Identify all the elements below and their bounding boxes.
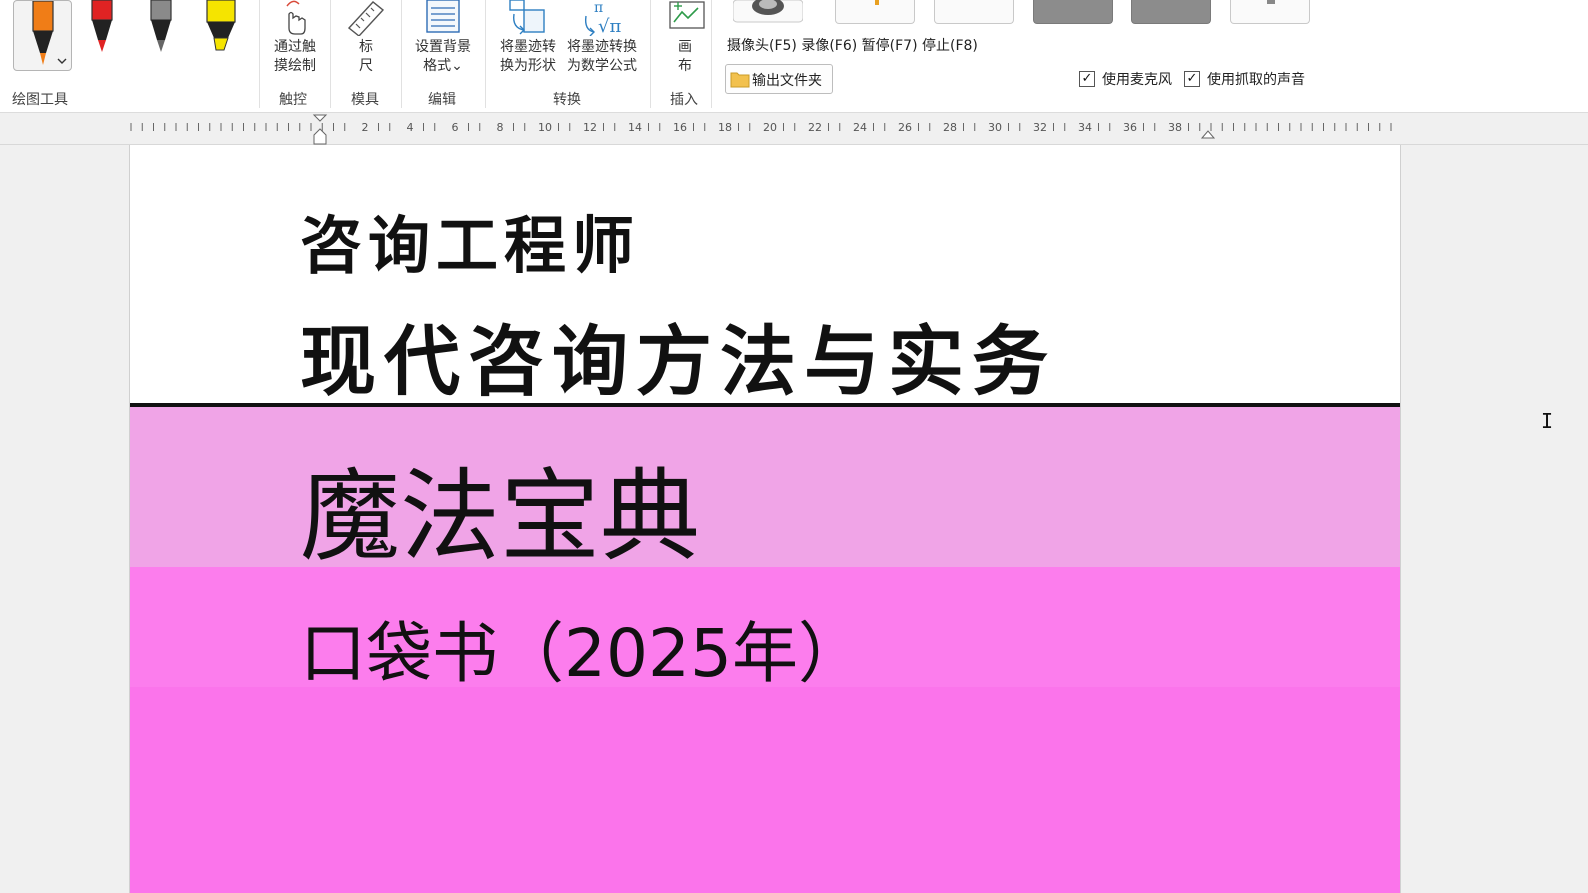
use-microphone-label: 使用麦克风 (1102, 72, 1172, 88)
background-format-icon (426, 0, 460, 33)
ruler-label: 30 (988, 121, 1002, 134)
record-indicator-icon (875, 0, 879, 5)
svg-text:π: π (594, 0, 603, 16)
ruler-label: 12 (583, 121, 597, 134)
recorder-disabled-button[interactable] (1131, 0, 1211, 24)
band-subtitle: 口袋书（2025年） (300, 615, 864, 692)
touch-draw-icon (286, 0, 306, 35)
group-separator (401, 0, 402, 108)
group-separator (711, 0, 712, 108)
document-title-line2: 现代咨询方法与实务 (300, 317, 1056, 406)
group-label-convert: 转换 (553, 92, 581, 108)
ink-to-math-button[interactable]: 将墨迹转换 为数学公式 (562, 38, 642, 76)
chevron-down-icon[interactable] (57, 57, 67, 65)
document-page[interactable]: 咨询工程师 现代咨询方法与实务 魔法宝典 口袋书（2025年） (129, 145, 1401, 893)
ruler-scale: 2 4 6 8 10 12 14 16 18 20 22 24 26 28 30 32 34 36 38 (130, 114, 1392, 145)
stop-button[interactable] (1033, 0, 1113, 24)
ruler-label: 24 (853, 121, 867, 134)
ruler-label: 22 (808, 121, 822, 134)
horizontal-ruler[interactable]: 2 4 6 8 10 12 14 16 18 20 22 24 26 28 30 32 34 36 38 (0, 113, 1588, 145)
group-label-drawing-tools: 绘图工具 (12, 92, 68, 108)
group-label-stencil: 模具 (351, 92, 379, 108)
ink-to-math-label-line1: 将墨迹转换 (567, 39, 637, 55)
canvas-label-line2: 布 (678, 58, 692, 74)
settings-icon (1267, 0, 1275, 4)
output-folder-label: 输出文件夹 (752, 73, 822, 89)
document-title-line1: 咨询工程师 (300, 209, 641, 282)
recorder-settings-button[interactable] (1230, 0, 1310, 24)
canvas-button[interactable]: 画 布 (671, 38, 699, 76)
ruler-label: 26 (898, 121, 912, 134)
ink-to-shape-label-line1: 将墨迹转 (500, 39, 556, 55)
ribbon-toolbar: 绘图工具 通过触 摸绘制 触控 标 尺 模具 设置背景 格式⌄ 编辑 将墨迹转 … (0, 0, 1588, 113)
record-button[interactable] (835, 0, 915, 24)
ruler-label: 6 (452, 121, 459, 134)
ruler-label: 4 (407, 121, 414, 134)
ink-to-shape-label-line2: 换为形状 (500, 58, 556, 74)
touch-draw-label-line2: 摸绘制 (274, 58, 316, 74)
camera-icon (733, 0, 803, 23)
pause-button[interactable] (934, 0, 1014, 24)
use-capture-sound-label: 使用抓取的声音 (1207, 72, 1305, 88)
ruler-label: 2 (362, 121, 369, 134)
ruler-label: 28 (943, 121, 957, 134)
group-separator (330, 0, 331, 108)
ruler-icon (347, 1, 385, 36)
band-title: 魔法宝典 (300, 458, 700, 575)
touch-draw-label-line1: 通过触 (274, 39, 316, 55)
pen-selector-active[interactable] (13, 0, 72, 71)
red-pen-icon[interactable] (89, 0, 115, 54)
camera-button[interactable] (725, 0, 805, 24)
ink-to-math-icon: π √π (584, 0, 621, 36)
use-microphone-checkbox[interactable]: ✓ (1079, 71, 1095, 87)
text-cursor-icon: I (1541, 409, 1554, 433)
set-background-format-button[interactable]: 设置背景 格式⌄ (412, 38, 474, 76)
use-capture-sound-checkbox[interactable]: ✓ (1184, 71, 1200, 87)
group-separator (485, 0, 486, 108)
svg-text:√π: √π (598, 16, 621, 36)
yellow-highlighter-icon[interactable] (204, 0, 238, 54)
group-label-insert: 插入 (670, 92, 698, 108)
ruler-label: 14 (628, 121, 642, 134)
ink-to-math-label-line2: 为数学公式 (567, 58, 637, 74)
ruler-label: 32 (1033, 121, 1047, 134)
group-separator (259, 0, 260, 108)
touch-draw-button[interactable]: 通过触 摸绘制 (266, 38, 324, 76)
group-separator (650, 0, 651, 108)
gray-pen-icon[interactable] (148, 0, 174, 54)
canvas-icon (669, 1, 705, 29)
ruler-label: 20 (763, 121, 777, 134)
output-folder-button[interactable]: 输出文件夹 (725, 64, 833, 94)
right-indent-marker[interactable] (1200, 130, 1216, 139)
ruler-label-line2: 尺 (359, 58, 373, 74)
background-format-label-line2: 格式⌄ (423, 58, 463, 74)
canvas-label-line1: 画 (678, 39, 692, 55)
ruler-label: 18 (718, 121, 732, 134)
ruler-label: 38 (1168, 121, 1182, 134)
left-indent-marker[interactable] (312, 114, 328, 145)
ruler-label: 8 (497, 121, 504, 134)
ruler-label: 34 (1078, 121, 1092, 134)
background-format-label-line1: 设置背景 (415, 39, 471, 55)
orange-pen-icon (32, 1, 54, 65)
ink-to-shape-icon (509, 0, 545, 35)
group-label-touch: 触控 (279, 92, 307, 108)
ink-to-shape-button[interactable]: 将墨迹转 换为形状 (496, 38, 560, 76)
recorder-shortcuts-text: 摄像头(F5) 录像(F6) 暂停(F7) 停止(F8) (727, 38, 978, 54)
ruler-label-line1: 标 (359, 39, 373, 55)
pink-band-bright (130, 687, 1400, 893)
ruler-label: 16 (673, 121, 687, 134)
group-label-edit: 编辑 (428, 92, 456, 108)
ruler-label: 10 (538, 121, 552, 134)
folder-icon (730, 72, 750, 88)
ruler-button[interactable]: 标 尺 (352, 38, 380, 76)
ruler-label: 36 (1123, 121, 1137, 134)
